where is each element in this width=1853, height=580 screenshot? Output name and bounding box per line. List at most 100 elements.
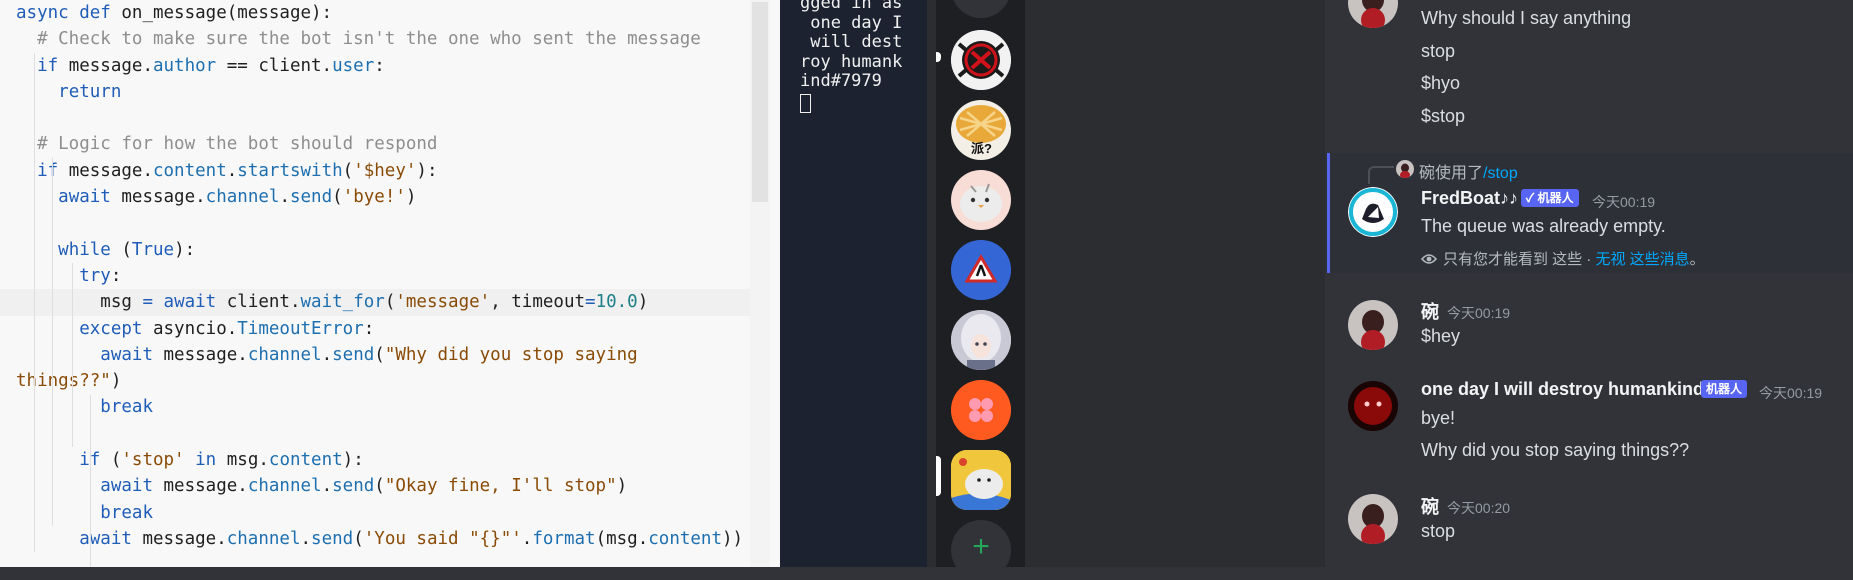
code-token: . [321, 476, 333, 497]
code-token: : [110, 265, 122, 286]
code-token: 10.0 [595, 292, 638, 313]
fredboat-logo-icon [1348, 187, 1398, 237]
anime-server-icon[interactable] [951, 310, 1011, 370]
code-token: 'stop' [121, 450, 185, 471]
code-token: , timeout [490, 292, 586, 313]
ff14-server-icon[interactable] [951, 30, 1011, 90]
terminal-line: one day I [800, 12, 903, 33]
plus-icon: + [972, 530, 990, 563]
bird-server-icon[interactable] [951, 170, 1011, 230]
code-line[interactable]: try: [0, 263, 770, 289]
message-username[interactable]: one day I will destroy humankind [1421, 379, 1704, 400]
code-token: wait_for [300, 292, 385, 313]
code-token: == client. [216, 55, 333, 76]
server-icon-top[interactable] [951, 0, 1011, 18]
fredboat-avatar[interactable] [1348, 187, 1398, 237]
bird-icon [960, 183, 1002, 222]
code-token: user [332, 55, 375, 76]
code-token: await [100, 476, 153, 497]
code-line[interactable]: await message.channel.send('bye!') [0, 184, 770, 210]
code-token: if [37, 55, 59, 76]
seal-server-icon[interactable] [951, 450, 1011, 510]
code-line[interactable]: async def on_message(message): [0, 0, 770, 26]
message-username[interactable]: 碗 [1421, 298, 1439, 324]
terminal-panel[interactable]: gged in as one day I will dest roy humank… [780, 0, 927, 567]
message-timestamp[interactable]: 今天00:20 [1447, 498, 1510, 518]
code-token: ( [100, 450, 122, 471]
code-line[interactable]: if message.author == client.user: [0, 53, 770, 79]
code-line[interactable]: while (True): [0, 237, 770, 263]
code-line[interactable]: break [0, 500, 770, 526]
code-line[interactable]: await message.channel.send("Okay fine, I… [0, 473, 770, 499]
avatar-image-icon [1348, 300, 1398, 350]
code-token: # Logic for how the bot should respond [16, 134, 438, 155]
message-username[interactable]: FredBoat♪♪ [1421, 188, 1518, 209]
ephemeral-note-text: 只有您才能看到 这些 · [1443, 251, 1596, 268]
bot-badge: 机器人 [1701, 380, 1748, 398]
code-line[interactable] [0, 210, 770, 236]
code-token: def [79, 3, 111, 23]
terminal-line: will dest [800, 32, 903, 52]
code-line[interactable]: # Logic for how the bot should respond [0, 131, 770, 157]
flower-server-icon[interactable] [951, 380, 1011, 440]
pie-server-label: 派? [971, 141, 992, 156]
code-line[interactable]: things??") [0, 368, 770, 394]
code-line[interactable] [0, 421, 770, 447]
reply-context[interactable]: 碗使用了/stop [1419, 159, 1518, 183]
code-token: . [226, 160, 238, 181]
anime-avatar-icon [951, 310, 1011, 370]
code-token: . [279, 187, 290, 208]
dismiss-messages-link[interactable]: 无视 这些消息 [1596, 251, 1690, 268]
code-token: 'You said "{}"' [363, 528, 522, 549]
code-token: client. [216, 292, 301, 313]
code-editor[interactable]: async def on_message(message): # Check t… [0, 0, 780, 567]
code-token: ) [110, 371, 122, 392]
pane-divider[interactable] [927, 0, 936, 567]
red-creature-avatar-icon [1348, 381, 1398, 431]
code-line[interactable] [0, 105, 770, 131]
add-server-button[interactable]: + [951, 520, 1011, 580]
code-line[interactable]: return [0, 79, 770, 105]
code-token: content [648, 528, 723, 549]
code-token: ): [174, 239, 196, 260]
code-line[interactable]: except asyncio.TimeoutError: [0, 316, 770, 342]
user-avatar[interactable] [1348, 494, 1398, 544]
code-area[interactable]: async def on_message(message): # Check t… [0, 0, 770, 567]
message-text: The queue was already empty. [1421, 216, 1666, 236]
channel-sidebar [1025, 0, 1325, 567]
code-token: on_message(message): [110, 3, 333, 23]
terminal-line: ind#7979 [800, 71, 882, 91]
code-line[interactable]: if ('stop' in msg.content): [0, 447, 770, 473]
code-line[interactable]: break [0, 394, 770, 420]
user-avatar[interactable] [1348, 0, 1398, 28]
editor-scrollbar-thumb[interactable] [752, 2, 768, 202]
warning-server-icon[interactable] [951, 240, 1011, 300]
message-timestamp[interactable]: 今天00:19 [1759, 383, 1822, 403]
message-username[interactable]: 碗 [1421, 493, 1439, 519]
code-token: "Why did you stop saying [384, 344, 638, 365]
code-token: return [58, 81, 122, 102]
bot-verified-badge: ✓ 机器人 [1521, 189, 1579, 207]
server-rail: 派? + [936, 0, 1025, 580]
code-token: message. [58, 160, 153, 181]
reply-command-link[interactable]: /stop [1483, 165, 1518, 182]
reply-avatar[interactable] [1396, 160, 1414, 178]
message-timestamp[interactable]: 今天00:19 [1592, 192, 1655, 212]
code-line[interactable]: await message.channel.send('You said "{}… [0, 526, 770, 552]
code-line[interactable]: if message.content.startswith('$hey'): [0, 158, 770, 184]
chat-messages: Why should I say anything stop $hyo $sto… [1325, 0, 1853, 567]
code-line[interactable]: await message.channel.send("Why did you … [0, 342, 770, 368]
server-unread-pill [936, 52, 941, 62]
indent-guide [90, 394, 91, 567]
code-line[interactable]: # Check to make sure the bot isn't the o… [0, 26, 770, 52]
code-line[interactable]: msg = await client.wait_for('message', t… [0, 289, 770, 316]
user-avatar[interactable] [1348, 300, 1398, 350]
code-token: )) [722, 528, 744, 549]
pie-server-icon[interactable]: 派? [951, 100, 1011, 160]
code-token: send [311, 528, 354, 549]
code-token: channel [205, 187, 280, 208]
message-timestamp[interactable]: 今天00:19 [1447, 303, 1510, 323]
bot-avatar[interactable] [1348, 381, 1398, 431]
